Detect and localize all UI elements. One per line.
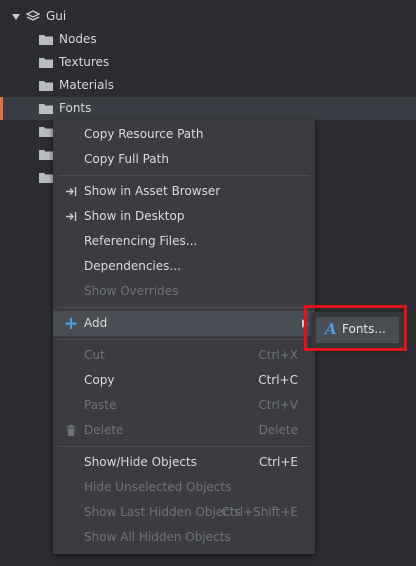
folder-icon <box>39 35 53 45</box>
menu-item-label: Delete <box>84 423 124 437</box>
menu-item-copy[interactable]: Copy Ctrl+C <box>53 368 315 393</box>
tree-item-label: Materials <box>59 78 115 92</box>
menu-item-show-all-hidden-objects: Show All Hidden Objects <box>53 525 315 550</box>
menu-item-hide-unselected-objects: Hide Unselected Objects <box>53 475 315 500</box>
menu-item-label: Show in Asset Browser <box>84 184 221 198</box>
menu-item-label: Show/Hide Objects <box>84 455 197 469</box>
menu-item-shortcut: Delete <box>258 423 298 437</box>
tree-item-label: Textures <box>59 55 110 69</box>
tree-item-label: Nodes <box>59 32 97 46</box>
menu-separator <box>58 307 310 308</box>
highlight-annotation <box>304 305 407 351</box>
menu-separator <box>58 175 310 176</box>
menu-item-show-in-asset-browser[interactable]: Show in Asset Browser <box>53 179 315 204</box>
menu-item-label: Add <box>84 316 108 330</box>
menu-item-referencing-files[interactable]: Referencing Files... <box>53 229 315 254</box>
folder-icon <box>39 173 53 183</box>
plus-icon <box>65 318 77 329</box>
folder-icon <box>39 104 53 114</box>
tree-item-label: Fonts <box>59 101 92 115</box>
context-menu: Copy Resource Path Copy Full Path Show i… <box>53 120 315 554</box>
tree-item-textures[interactable]: Textures <box>0 51 416 74</box>
menu-item-copy-resource-path[interactable]: Copy Resource Path <box>53 122 315 147</box>
menu-item-label: Show Last Hidden Objects <box>84 505 241 519</box>
folder-icon <box>39 150 53 160</box>
menu-item-show-hide-objects[interactable]: Show/Hide Objects Ctrl+E <box>53 450 315 475</box>
menu-item-dependencies[interactable]: Dependencies... <box>53 254 315 279</box>
tree-item-label: Gui <box>46 9 67 23</box>
menu-item-label: Cut <box>84 348 105 362</box>
menu-item-shortcut: Ctrl+Shift+E <box>221 505 298 519</box>
gui-layers-icon <box>26 10 40 21</box>
menu-item-show-overrides: Show Overrides <box>53 279 315 304</box>
menu-item-shortcut: Ctrl+E <box>259 455 298 469</box>
menu-item-label: Hide Unselected Objects <box>84 480 232 494</box>
menu-item-shortcut: Ctrl+V <box>258 398 298 412</box>
tree-item-fonts[interactable]: Fonts <box>0 97 416 120</box>
menu-item-show-last-hidden-objects: Show Last Hidden Objects Ctrl+Shift+E <box>53 500 315 525</box>
menu-item-delete: Delete Delete <box>53 418 315 443</box>
menu-item-label: Referencing Files... <box>84 234 198 248</box>
menu-item-label: Copy <box>84 373 115 387</box>
reveal-arrow-icon <box>66 187 77 196</box>
reveal-arrow-icon <box>66 212 77 221</box>
menu-item-add[interactable]: Add <box>53 311 315 336</box>
menu-item-label: Paste <box>84 398 117 412</box>
menu-separator <box>58 339 310 340</box>
outline-panel: Gui Nodes Textures Materials Fonts Copy … <box>0 0 416 566</box>
menu-item-label: Show Overrides <box>84 284 179 298</box>
tree-item-nodes[interactable]: Nodes <box>0 28 416 51</box>
menu-item-label: Copy Resource Path <box>84 127 204 141</box>
tree-item-materials[interactable]: Materials <box>0 74 416 97</box>
folder-icon <box>39 81 53 91</box>
trash-icon <box>66 424 76 436</box>
menu-item-label: Copy Full Path <box>84 152 169 166</box>
tree-item-gui[interactable]: Gui <box>0 5 416 28</box>
chevron-down-icon[interactable] <box>11 12 21 22</box>
folder-icon <box>39 58 53 68</box>
menu-item-label: Dependencies... <box>84 259 181 273</box>
menu-item-shortcut: Ctrl+C <box>258 373 298 387</box>
folder-icon <box>39 127 53 137</box>
menu-separator <box>58 446 310 447</box>
menu-item-shortcut: Ctrl+X <box>258 348 298 362</box>
menu-item-label: Show in Desktop <box>84 209 185 223</box>
menu-item-copy-full-path[interactable]: Copy Full Path <box>53 147 315 172</box>
menu-item-show-in-desktop[interactable]: Show in Desktop <box>53 204 315 229</box>
menu-item-label: Show All Hidden Objects <box>84 530 231 544</box>
menu-item-cut: Cut Ctrl+X <box>53 343 315 368</box>
menu-item-paste: Paste Ctrl+V <box>53 393 315 418</box>
